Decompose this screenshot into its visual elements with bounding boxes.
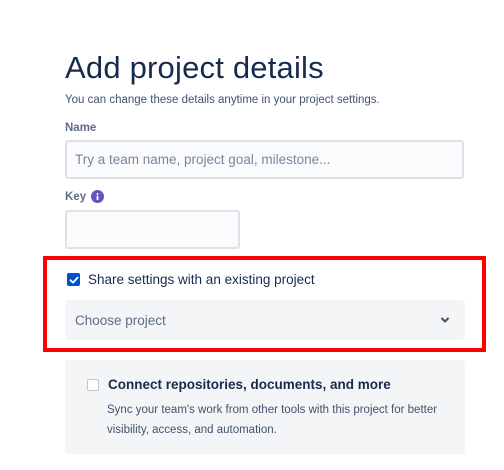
info-glyph <box>96 192 99 201</box>
share-settings-option[interactable]: Share settings with an existing project <box>67 272 315 287</box>
connect-card: Connect repositories, documents, and mor… <box>65 360 465 454</box>
choose-project-value: Choose project <box>75 312 166 328</box>
info-icon[interactable] <box>91 190 105 203</box>
connect-description: Sync your team's work from other tools w… <box>107 404 438 436</box>
share-settings-label: Share settings with an existing project <box>88 272 315 287</box>
page-title: Add project details <box>65 50 324 85</box>
check-icon <box>69 276 78 283</box>
connect-title: Connect repositories, documents, and mor… <box>108 377 391 392</box>
key-input[interactable] <box>65 210 240 249</box>
name-input[interactable] <box>65 140 464 179</box>
chevron-down-icon <box>441 317 449 323</box>
key-label-row: Key <box>65 190 105 203</box>
share-settings-checkbox[interactable] <box>67 273 80 286</box>
key-label: Key <box>65 190 87 203</box>
name-label: Name <box>65 122 97 134</box>
page-subtitle: You can change these details anytime in … <box>65 94 380 106</box>
connect-checkbox[interactable] <box>87 379 99 391</box>
choose-project-select[interactable]: Choose project <box>65 300 465 340</box>
